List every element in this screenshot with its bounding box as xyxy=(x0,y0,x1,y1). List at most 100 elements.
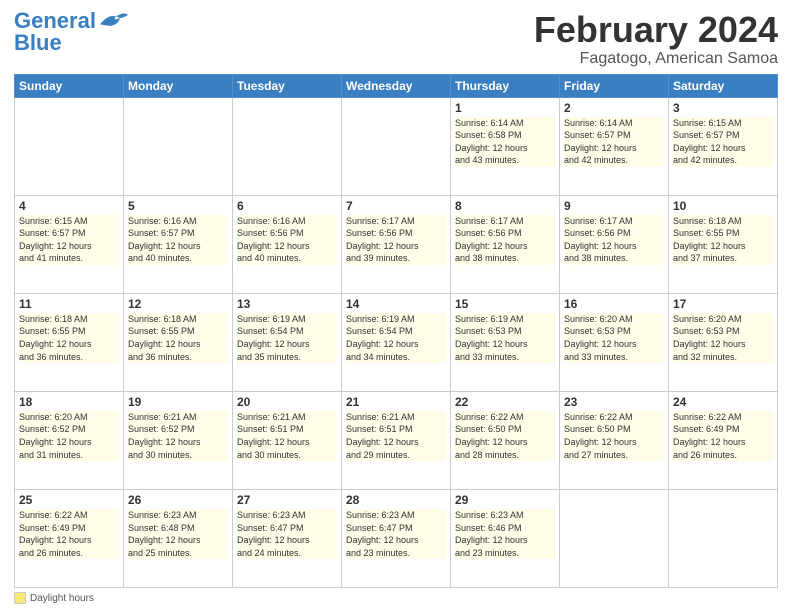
day-info: Sunrise: 6:22 AMSunset: 6:49 PMDaylight:… xyxy=(673,411,773,461)
calendar-cell xyxy=(233,97,342,195)
day-number: 14 xyxy=(346,297,446,311)
calendar-cell: 7 Sunrise: 6:17 AMSunset: 6:56 PMDaylight… xyxy=(342,195,451,293)
day-info: Sunrise: 6:19 AMSunset: 6:54 PMDaylight:… xyxy=(346,313,446,363)
day-info: Sunrise: 6:23 AMSunset: 6:47 PMDaylight:… xyxy=(237,509,337,559)
calendar-cell: 15Sunrise: 6:19 AMSunset: 6:53 PMDayligh… xyxy=(451,293,560,391)
calendar-cell xyxy=(342,97,451,195)
day-info: Sunrise: 6:20 AMSunset: 6:53 PMDaylight:… xyxy=(673,313,773,363)
calendar-cell: 25Sunrise: 6:22 AMSunset: 6:49 PMDayligh… xyxy=(15,489,124,587)
day-number: 5 xyxy=(128,199,228,213)
calendar-cell: 21Sunrise: 6:21 AMSunset: 6:51 PMDayligh… xyxy=(342,391,451,489)
day-number: 8 xyxy=(455,199,555,213)
calendar-cell: 24 Sunrise: 6:22 AMSunset: 6:49 PMDayligh… xyxy=(669,391,778,489)
calendar-cell: 5 Sunrise: 6:16 AMSunset: 6:57 PMDaylight… xyxy=(124,195,233,293)
day-number: 26 xyxy=(128,493,228,507)
calendar-cell: 29 Sunrise: 6:23 AMSunset: 6:46 PMDayligh… xyxy=(451,489,560,587)
day-number: 18 xyxy=(19,395,119,409)
day-info: Sunrise: 6:18 AMSunset: 6:55 PMDaylight:… xyxy=(128,313,228,363)
logo-blue-text: Blue xyxy=(14,32,62,54)
week-row-1: 1 Sunrise: 6:14 AMSunset: 6:58 PMDaylight… xyxy=(15,97,778,195)
day-info: Sunrise: 6:15 AMSunset: 6:57 PMDaylight:… xyxy=(19,215,119,265)
day-number: 2 xyxy=(564,101,664,115)
logo-text: General xyxy=(14,10,96,32)
day-number: 28 xyxy=(346,493,446,507)
day-info: Sunrise: 6:23 AMSunset: 6:46 PMDaylight:… xyxy=(455,509,555,559)
calendar-cell: 8Sunrise: 6:17 AMSunset: 6:56 PMDaylight… xyxy=(451,195,560,293)
legend-label: Daylight hours xyxy=(30,593,94,604)
logo-bird-icon xyxy=(96,10,128,30)
calendar-cell: 1 Sunrise: 6:14 AMSunset: 6:58 PMDaylight… xyxy=(451,97,560,195)
day-info: Sunrise: 6:18 AMSunset: 6:55 PMDaylight:… xyxy=(19,313,119,363)
calendar-cell: 2 Sunrise: 6:14 AMSunset: 6:57 PMDaylight… xyxy=(560,97,669,195)
day-number: 9 xyxy=(564,199,664,213)
day-info: Sunrise: 6:19 AMSunset: 6:54 PMDaylight:… xyxy=(237,313,337,363)
calendar-cell: 22 Sunrise: 6:22 AMSunset: 6:50 PMDayligh… xyxy=(451,391,560,489)
calendar-cell: 18 Sunrise: 6:20 AMSunset: 6:52 PMDayligh… xyxy=(15,391,124,489)
day-info: Sunrise: 6:17 AMSunset: 6:56 PMDaylight:… xyxy=(564,215,664,265)
calendar-cell: 3 Sunrise: 6:15 AMSunset: 6:57 PMDaylight… xyxy=(669,97,778,195)
day-number: 12 xyxy=(128,297,228,311)
day-number: 1 xyxy=(455,101,555,115)
calendar-cell: 17 Sunrise: 6:20 AMSunset: 6:53 PMDayligh… xyxy=(669,293,778,391)
day-info: Sunrise: 6:20 AMSunset: 6:52 PMDaylight:… xyxy=(19,411,119,461)
day-number: 10 xyxy=(673,199,773,213)
calendar-cell: 19 Sunrise: 6:21 AMSunset: 6:52 PMDayligh… xyxy=(124,391,233,489)
day-info: Sunrise: 6:16 AMSunset: 6:57 PMDaylight:… xyxy=(128,215,228,265)
day-number: 11 xyxy=(19,297,119,311)
day-header-friday: Friday xyxy=(560,74,669,97)
legend-box xyxy=(14,592,26,604)
day-number: 29 xyxy=(455,493,555,507)
day-info: Sunrise: 6:14 AMSunset: 6:57 PMDaylight:… xyxy=(564,117,664,167)
day-info: Sunrise: 6:23 AMSunset: 6:47 PMDaylight:… xyxy=(346,509,446,559)
footer: Daylight hours xyxy=(14,592,778,604)
day-info: Sunrise: 6:20 AMSunset: 6:53 PMDaylight:… xyxy=(564,313,664,363)
calendar-cell xyxy=(124,97,233,195)
calendar-cell: 10Sunrise: 6:18 AMSunset: 6:55 PMDayligh… xyxy=(669,195,778,293)
day-number: 17 xyxy=(673,297,773,311)
day-number: 22 xyxy=(455,395,555,409)
day-header-tuesday: Tuesday xyxy=(233,74,342,97)
week-row-4: 18 Sunrise: 6:20 AMSunset: 6:52 PMDayligh… xyxy=(15,391,778,489)
day-number: 13 xyxy=(237,297,337,311)
day-number: 7 xyxy=(346,199,446,213)
day-info: Sunrise: 6:19 AMSunset: 6:53 PMDaylight:… xyxy=(455,313,555,363)
day-number: 20 xyxy=(237,395,337,409)
day-number: 21 xyxy=(346,395,446,409)
day-info: Sunrise: 6:22 AMSunset: 6:49 PMDaylight:… xyxy=(19,509,119,559)
legend: Daylight hours xyxy=(14,592,94,604)
day-number: 24 xyxy=(673,395,773,409)
month-title: February 2024 xyxy=(534,10,778,50)
day-number: 23 xyxy=(564,395,664,409)
logo: General Blue xyxy=(14,10,128,54)
calendar-cell: 4 Sunrise: 6:15 AMSunset: 6:57 PMDaylight… xyxy=(15,195,124,293)
calendar-cell xyxy=(560,489,669,587)
week-row-2: 4 Sunrise: 6:15 AMSunset: 6:57 PMDaylight… xyxy=(15,195,778,293)
day-info: Sunrise: 6:22 AMSunset: 6:50 PMDaylight:… xyxy=(455,411,555,461)
title-section: February 2024 Fagatogo, American Samoa xyxy=(534,10,778,68)
calendar-cell xyxy=(669,489,778,587)
calendar-cell: 9 Sunrise: 6:17 AMSunset: 6:56 PMDaylight… xyxy=(560,195,669,293)
calendar-cell: 6Sunrise: 6:16 AMSunset: 6:56 PMDaylight… xyxy=(233,195,342,293)
page: General Blue February 2024 Fagatogo, Ame… xyxy=(0,0,792,612)
calendar-cell xyxy=(15,97,124,195)
day-number: 3 xyxy=(673,101,773,115)
week-row-5: 25Sunrise: 6:22 AMSunset: 6:49 PMDayligh… xyxy=(15,489,778,587)
calendar-cell: 13 Sunrise: 6:19 AMSunset: 6:54 PMDayligh… xyxy=(233,293,342,391)
day-info: Sunrise: 6:21 AMSunset: 6:52 PMDaylight:… xyxy=(128,411,228,461)
calendar-cell: 20Sunrise: 6:21 AMSunset: 6:51 PMDayligh… xyxy=(233,391,342,489)
day-info: Sunrise: 6:22 AMSunset: 6:50 PMDaylight:… xyxy=(564,411,664,461)
day-header-saturday: Saturday xyxy=(669,74,778,97)
day-info: Sunrise: 6:17 AMSunset: 6:56 PMDaylight:… xyxy=(346,215,446,265)
day-info: Sunrise: 6:15 AMSunset: 6:57 PMDaylight:… xyxy=(673,117,773,167)
day-info: Sunrise: 6:23 AMSunset: 6:48 PMDaylight:… xyxy=(128,509,228,559)
calendar-cell: 14 Sunrise: 6:19 AMSunset: 6:54 PMDayligh… xyxy=(342,293,451,391)
calendar-cell: 27Sunrise: 6:23 AMSunset: 6:47 PMDayligh… xyxy=(233,489,342,587)
day-info: Sunrise: 6:14 AMSunset: 6:58 PMDaylight:… xyxy=(455,117,555,167)
day-number: 19 xyxy=(128,395,228,409)
calendar-cell: 11 Sunrise: 6:18 AMSunset: 6:55 PMDayligh… xyxy=(15,293,124,391)
day-header-sunday: Sunday xyxy=(15,74,124,97)
calendar-cell: 23 Sunrise: 6:22 AMSunset: 6:50 PMDayligh… xyxy=(560,391,669,489)
day-number: 4 xyxy=(19,199,119,213)
day-info: Sunrise: 6:16 AMSunset: 6:56 PMDaylight:… xyxy=(237,215,337,265)
calendar-cell: 28 Sunrise: 6:23 AMSunset: 6:47 PMDayligh… xyxy=(342,489,451,587)
